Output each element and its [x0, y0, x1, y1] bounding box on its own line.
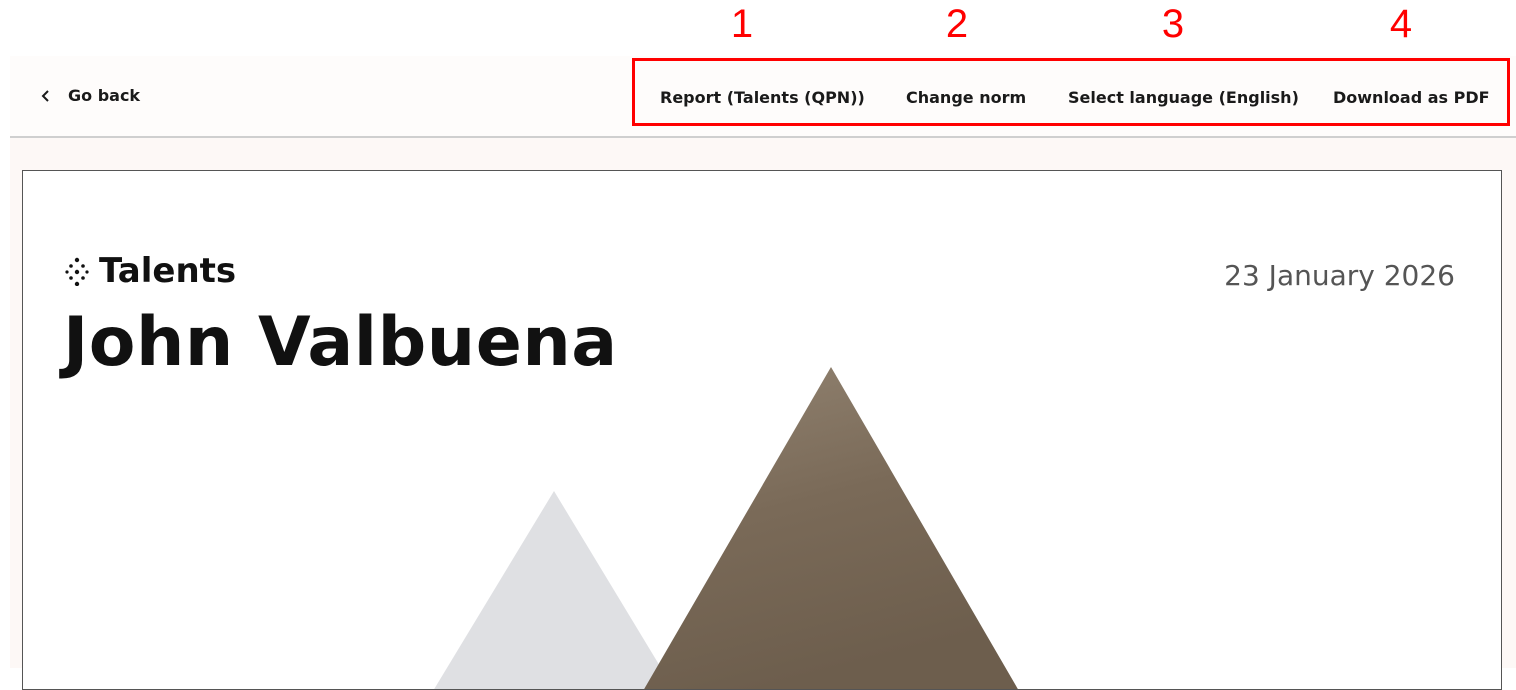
go-back-label: Go back [68, 86, 141, 105]
annotation-number-1: 1 [730, 2, 754, 46]
brand-label: Talents [99, 251, 237, 291]
report-cover-art [434, 367, 1018, 689]
annotation-number-2: 2 [945, 2, 969, 46]
report-select-button[interactable]: Report (Talents (QPN)) [660, 88, 865, 107]
download-pdf-button[interactable]: Download as PDF [1333, 88, 1490, 107]
report-date: 23 January 2026 [1224, 259, 1455, 292]
person-name: John Valbuena [63, 303, 618, 382]
report-preview: Talents John Valbuena 23 January 2026 [22, 170, 1502, 690]
annotation-row: 1 2 3 4 [0, 0, 1516, 56]
change-norm-button[interactable]: Change norm [906, 88, 1026, 107]
light-triangle-shape [434, 491, 674, 689]
photo-triangle-shape [644, 367, 1018, 689]
annotation-number-3: 3 [1161, 2, 1185, 46]
select-language-button[interactable]: Select language (English) [1068, 88, 1299, 107]
brand-title: Talents [65, 251, 236, 291]
go-back-button[interactable]: Go back [38, 86, 140, 105]
top-navigation-bar: Go back Report (Talents (QPN)) Change no… [10, 56, 1516, 138]
annotation-number-4: 4 [1389, 2, 1413, 46]
dots-cluster-icon [65, 257, 89, 286]
chevron-left-icon [41, 89, 49, 102]
